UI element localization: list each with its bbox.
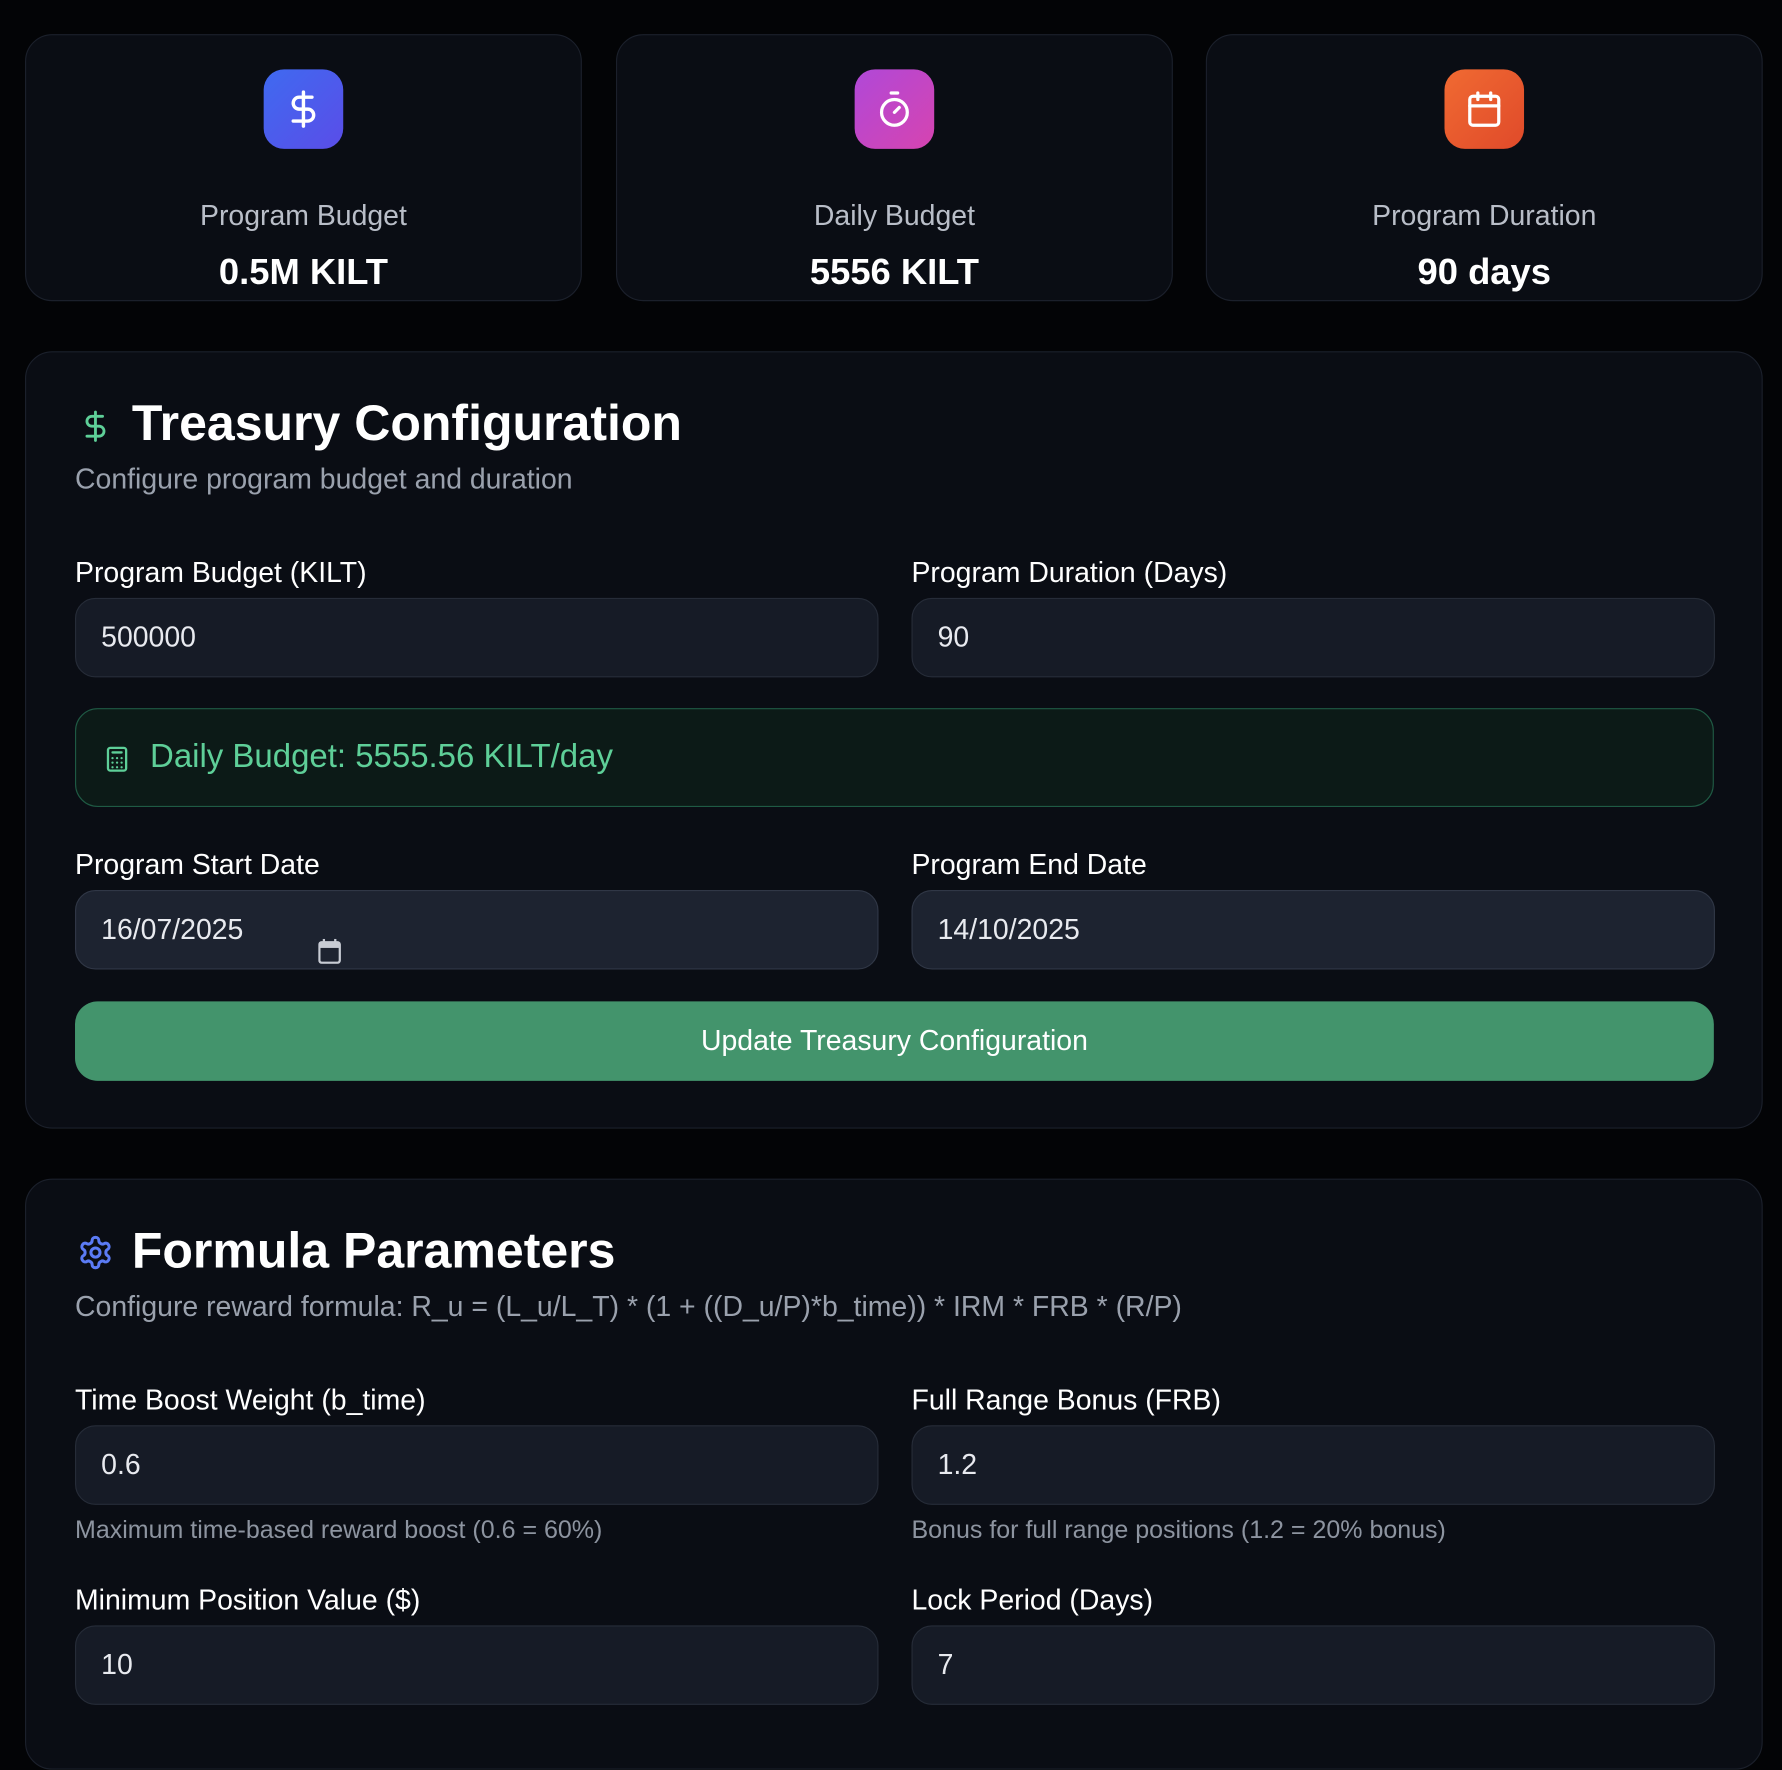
frb-input[interactable]: 1.2 bbox=[911, 1425, 1715, 1505]
stat-label: Daily Budget bbox=[813, 200, 975, 232]
gear-icon bbox=[76, 1233, 115, 1272]
timer-icon bbox=[854, 69, 935, 149]
admin-page: Program Budget 0.5M KILT Daily Budget 55… bbox=[0, 0, 1782, 1770]
calendar-picker-icon[interactable] bbox=[318, 916, 341, 964]
stat-card-program-duration: Program Duration 90 days bbox=[1205, 34, 1763, 302]
start-date-label: Program Start Date bbox=[75, 849, 320, 881]
lock-period-label: Lock Period (Days) bbox=[911, 1584, 1154, 1617]
program-budget-input[interactable]: 500000 bbox=[75, 597, 879, 678]
treasury-configuration-card: Treasury Configuration Configure program… bbox=[25, 351, 1763, 1129]
dollar-icon bbox=[263, 69, 344, 149]
section-subtitle: Configure reward formula: R_u = (L_u/L_T… bbox=[75, 1291, 1182, 1324]
daily-budget-text: Daily Budget: 5555.56 KILT/day bbox=[150, 738, 613, 776]
min-position-label: Minimum Position Value ($) bbox=[75, 1584, 421, 1617]
frb-hint: Bonus for full range positions (1.2 = 20… bbox=[911, 1515, 1446, 1544]
update-treasury-button[interactable]: Update Treasury Configuration bbox=[75, 1001, 1714, 1081]
end-date-label: Program End Date bbox=[911, 849, 1147, 881]
stat-value: 5556 KILT bbox=[809, 251, 979, 293]
time-boost-label: Time Boost Weight (b_time) bbox=[75, 1384, 426, 1417]
lock-period-input[interactable]: 7 bbox=[911, 1625, 1715, 1705]
dollar-icon bbox=[76, 407, 115, 446]
section-title: Treasury Configuration bbox=[131, 395, 682, 452]
program-budget-label: Program Budget (KILT) bbox=[75, 556, 367, 589]
section-title: Formula Parameters bbox=[131, 1222, 616, 1279]
formula-parameters-card: Formula Parameters Configure reward form… bbox=[25, 1178, 1763, 1770]
stat-value: 90 days bbox=[1417, 251, 1551, 293]
program-duration-label: Program Duration (Days) bbox=[911, 556, 1228, 589]
calculator-icon bbox=[103, 743, 130, 781]
stat-label: Program Duration bbox=[1372, 200, 1597, 232]
time-boost-input[interactable]: 0.6 bbox=[75, 1425, 879, 1505]
daily-budget-banner: Daily Budget: 5555.56 KILT/day bbox=[75, 708, 1714, 807]
stat-value: 0.5M KILT bbox=[218, 251, 388, 293]
calendar-icon bbox=[1444, 69, 1525, 149]
time-boost-hint: Maximum time-based reward boost (0.6 = 6… bbox=[75, 1515, 603, 1544]
start-date-input[interactable]: 16/07/2025 bbox=[75, 889, 879, 970]
start-date-value: 16/07/2025 bbox=[101, 913, 244, 946]
stat-label: Program Budget bbox=[199, 200, 407, 232]
section-subtitle: Configure program budget and duration bbox=[75, 463, 573, 496]
frb-label: Full Range Bonus (FRB) bbox=[911, 1384, 1221, 1417]
end-date-input[interactable]: 14/10/2025 bbox=[911, 889, 1715, 970]
stat-card-daily-budget: Daily Budget 5556 KILT bbox=[615, 34, 1173, 302]
stat-card-program-budget: Program Budget 0.5M KILT bbox=[25, 34, 582, 302]
program-duration-input[interactable]: 90 bbox=[911, 597, 1715, 678]
min-position-input[interactable]: 10 bbox=[75, 1625, 879, 1705]
